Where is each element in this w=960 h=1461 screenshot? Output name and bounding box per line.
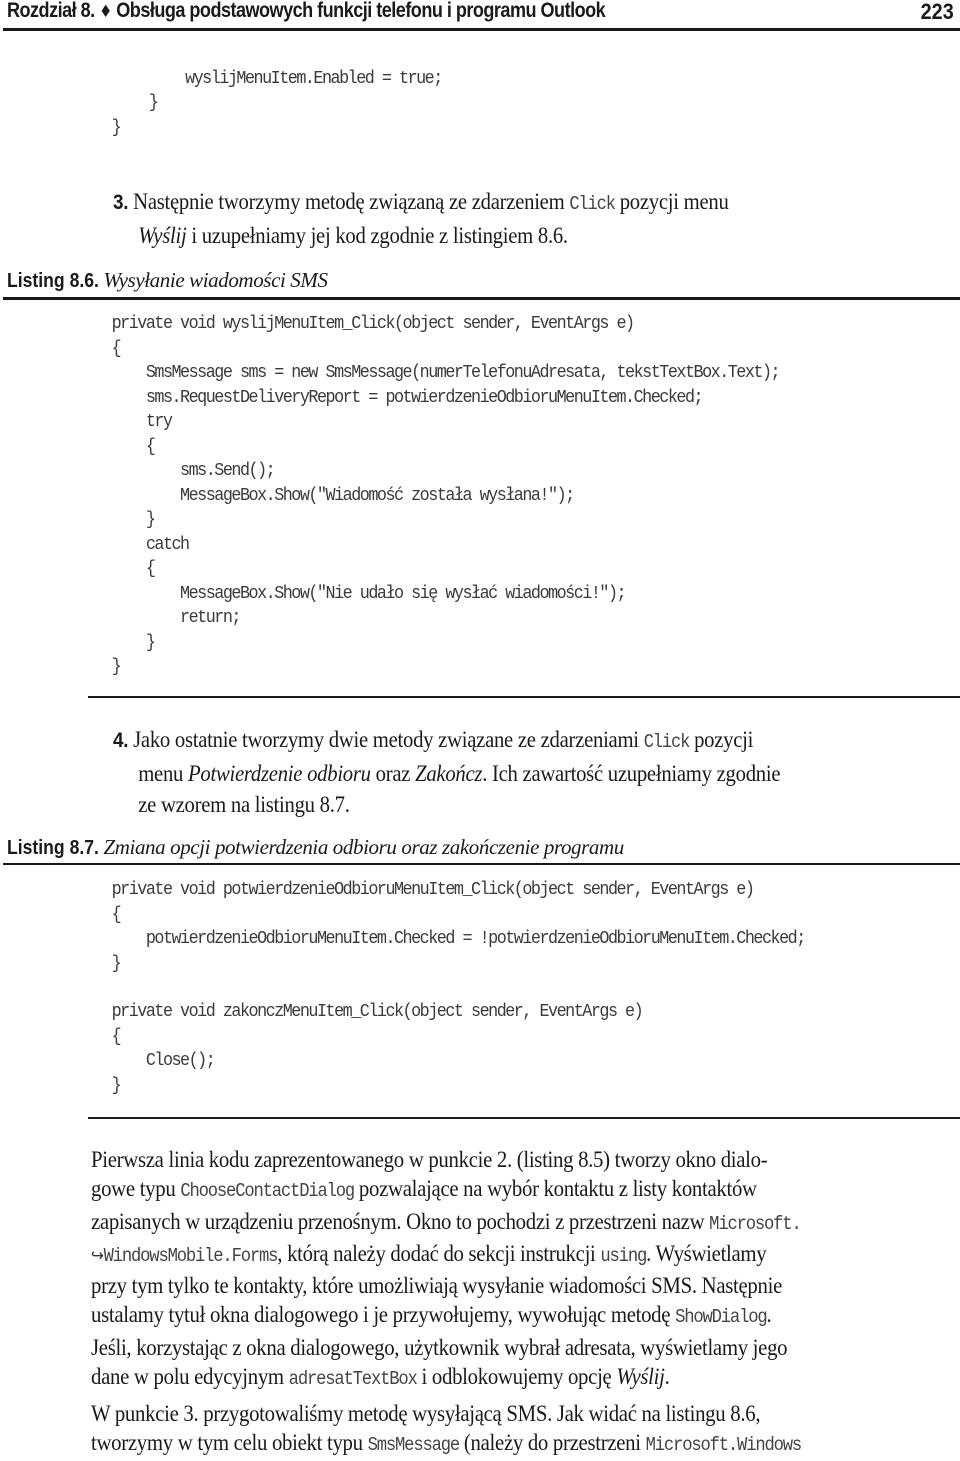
text: ustalamy tytuł okna dialogowego i je prz… bbox=[91, 1302, 676, 1328]
text-line: W punkcie 3. przygotowaliśmy metodę wysy… bbox=[91, 1399, 801, 1428]
text: Pierwsza linia kodu zaprezentowanego w p… bbox=[91, 1147, 768, 1172]
body-paragraph-1: Pierwsza linia kodu zaprezentowanego w p… bbox=[91, 1145, 802, 1394]
listing-bottom-rule bbox=[88, 1117, 960, 1119]
code-line: { bbox=[111, 905, 122, 925]
text: gowe typu bbox=[91, 1176, 181, 1202]
inline-code: ChooseContactDialog bbox=[180, 1180, 355, 1203]
inline-code: SmsMessage bbox=[367, 1434, 461, 1457]
code-line: private void potwierdzenieOdbioruMenuIte… bbox=[111, 880, 755, 900]
inline-code: adresatTextBox bbox=[288, 1368, 418, 1391]
text: (należy do przestrzeni bbox=[459, 1430, 646, 1456]
text-line: ustalamy tytuł okna dialogowego i je prz… bbox=[91, 1300, 801, 1332]
page-number: 223 bbox=[920, 0, 954, 24]
body-paragraph-2: W punkcie 3. przygotowaliśmy metodę wysy… bbox=[91, 1399, 803, 1461]
menu-item-name: Wyślij bbox=[616, 1364, 665, 1390]
code-line: } bbox=[111, 1076, 122, 1096]
text: przy tym tylko te kontakty, które umożli… bbox=[91, 1273, 782, 1299]
text-line: Jeśli, korzystając z okna dialogowego, u… bbox=[91, 1333, 801, 1362]
inline-code: ShowDialog bbox=[675, 1306, 768, 1329]
code-line: } bbox=[111, 954, 122, 974]
text: . Wyświetlamy bbox=[646, 1240, 767, 1266]
text: Jeśli, korzystając z okna dialogowego, u… bbox=[91, 1334, 788, 1360]
text-line: dane w polu edycyjnym adresatTextBox i o… bbox=[91, 1362, 801, 1394]
inline-code: Microsoft. bbox=[709, 1212, 802, 1235]
code-line: private void zakonczMenuItem_Click(objec… bbox=[111, 1002, 644, 1022]
text: i odblokowujemy opcję bbox=[416, 1364, 617, 1390]
text-line: przy tym tylko te kontakty, które umożli… bbox=[91, 1271, 801, 1300]
code-line: { bbox=[111, 1027, 122, 1047]
inline-code: using bbox=[600, 1244, 647, 1267]
text-line: gowe typu ChooseContactDialog pozwalając… bbox=[91, 1174, 801, 1206]
inline-code: Microsoft.Windows bbox=[645, 1434, 803, 1457]
code-line: potwierdzenieOdbioruMenuItem.Checked = !… bbox=[111, 929, 806, 949]
listing-8-7-code: private void potwierdzenieOdbioruMenuIte… bbox=[0, 0, 893, 1100]
inline-code: WindowsMobile.Forms bbox=[103, 1244, 279, 1267]
text-line: zapisanych w urządzeniu przenośnym. Okno… bbox=[91, 1207, 802, 1239]
text-line: Pierwsza linia kodu zaprezentowanego w p… bbox=[91, 1145, 801, 1174]
text: dane w polu edycyjnym bbox=[91, 1364, 289, 1390]
text: . bbox=[766, 1302, 772, 1328]
text: . bbox=[664, 1364, 670, 1390]
line-continuation-arrow-icon: ↪ bbox=[91, 1245, 104, 1266]
text: tworzymy w tym celu obiekt typu bbox=[91, 1430, 368, 1456]
text: pozwalające na wybór kontaktu z listy ko… bbox=[354, 1176, 757, 1202]
text: W punkcie 3. przygotowaliśmy metodę wysy… bbox=[91, 1401, 761, 1426]
text-line: ↪WindowsMobile.Forms, którą należy dodać… bbox=[91, 1239, 801, 1271]
text: zapisanych w urządzeniu przenośnym. Okno… bbox=[91, 1208, 710, 1234]
code-line: Close(); bbox=[111, 1051, 216, 1071]
text: , którą należy dodać do sekcji instrukcj… bbox=[277, 1240, 601, 1266]
